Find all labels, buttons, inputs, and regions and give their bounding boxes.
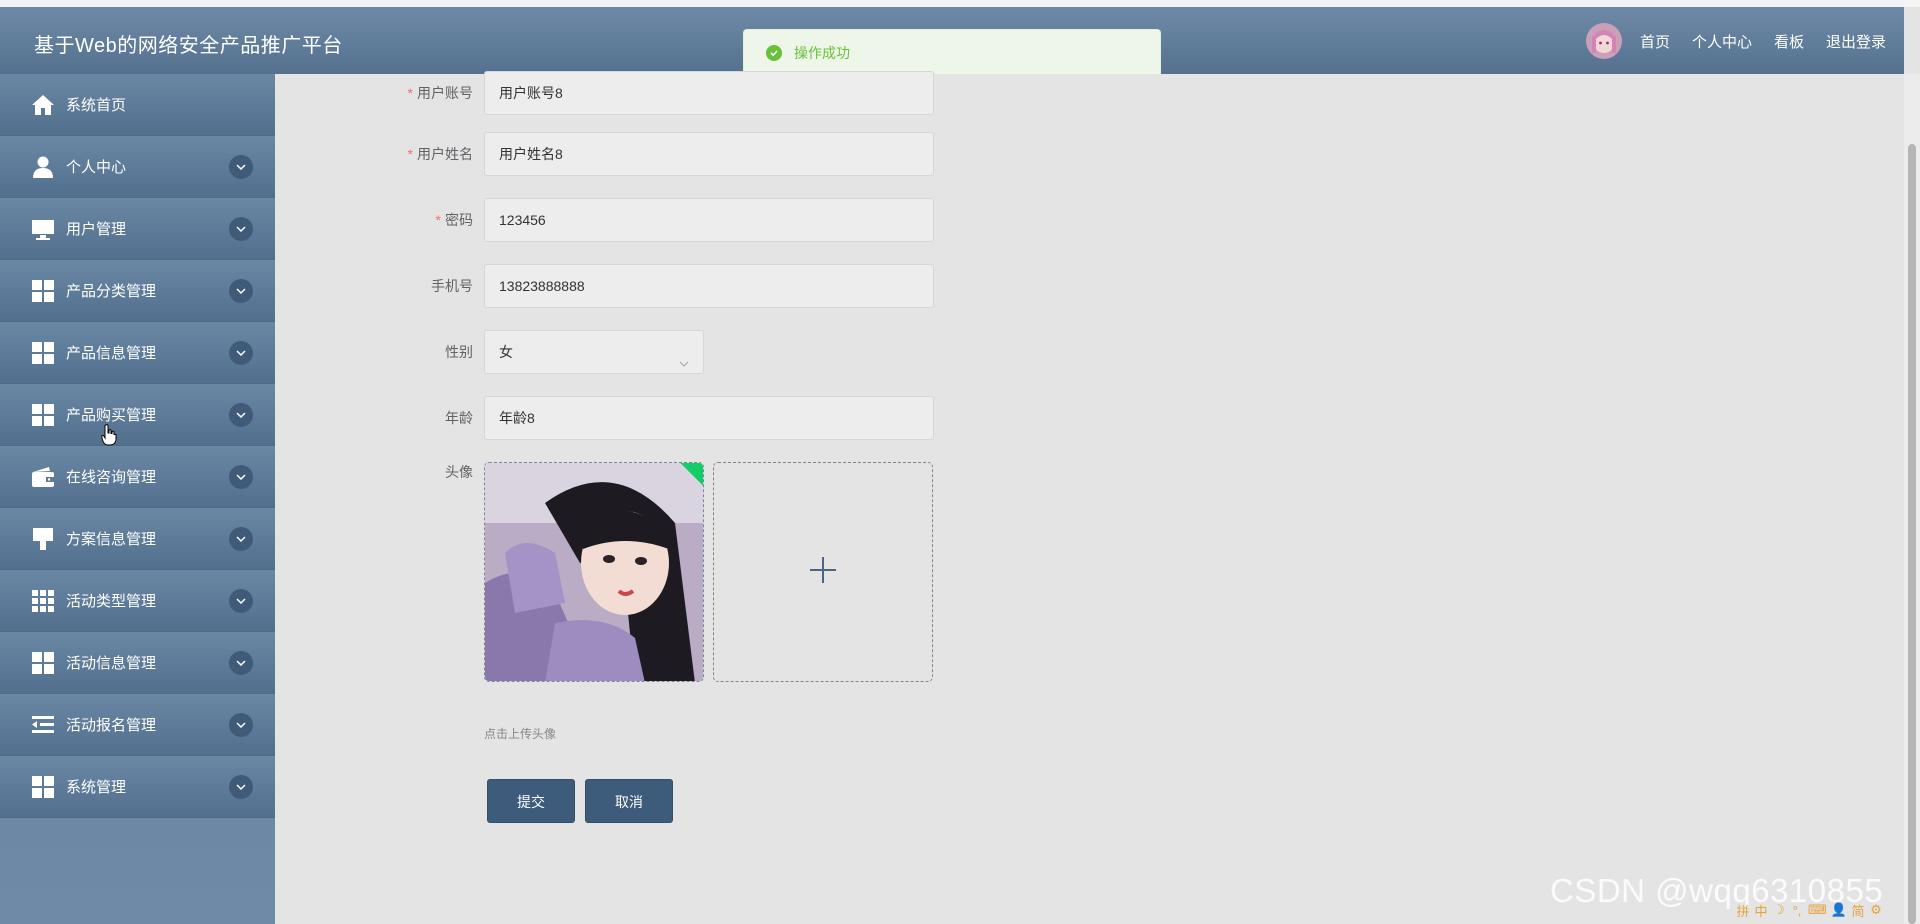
sidebar-item-label: 活动类型管理 [66,593,157,610]
chevron-down-icon[interactable] [229,713,253,737]
account-label: 用户账号 [417,85,473,101]
sidebar-item-label: 产品分类管理 [66,283,157,300]
chevron-down-icon[interactable] [229,527,253,551]
grid-icon [30,340,56,366]
grid-icon [30,774,56,800]
sidebar-item-label: 个人中心 [66,159,127,176]
grid-icon [30,278,56,304]
password-input[interactable]: 123456 [484,198,934,242]
toast-message: 操作成功 [794,45,850,61]
user-avatar[interactable] [1585,23,1622,59]
sidebar: 系统首页 个人中心 用户管理 产品分类管理 产品信息管理 产品购买管理 在线咨询… [0,74,275,924]
phone-label: 手机号 [431,278,473,294]
page-scrollbar[interactable] [1904,74,1920,924]
name-label: 用户姓名 [417,146,473,162]
sidebar-item-label: 系统首页 [66,97,127,114]
avatar-label: 头像 [445,464,473,480]
chevron-down-icon[interactable] [229,465,253,489]
avatar-upload-button[interactable] [713,462,933,682]
wallet-icon [30,464,56,490]
grid-icon [30,402,56,428]
grid-nine-icon [30,588,56,614]
home-icon [30,92,56,118]
password-label: 密码 [445,212,473,228]
nav-home-link[interactable]: 首页 [1640,31,1670,52]
chevron-down-icon [677,345,691,367]
ime-moon-icon[interactable]: ☽ [1772,902,1786,918]
list-indent-icon [30,712,56,738]
chevron-down-icon[interactable] [229,155,253,179]
header-nav: 首页 个人中心 看板 退出登录 [1585,21,1886,61]
sidebar-item-product-category[interactable]: 产品分类管理 [0,260,275,322]
sidebar-item-label: 系统管理 [66,779,127,796]
grid-icon [30,650,56,676]
sidebar-item-product-info[interactable]: 产品信息管理 [0,322,275,384]
ime-pinyin-icon[interactable]: 拼 [1736,901,1750,920]
sidebar-item-label: 活动报名管理 [66,717,157,734]
form-row-age: 年龄 年龄8 [275,396,975,440]
ime-chinese-icon[interactable]: 中 [1754,901,1768,920]
sidebar-item-label: 活动信息管理 [66,655,157,672]
sidebar-item-home[interactable]: 系统首页 [0,74,275,136]
ime-toolbar: 拼 中 ☽ °, ⌨ 👤 简 ⚙ [1736,900,1883,920]
ime-punctuation-icon[interactable]: °, [1790,903,1804,918]
submit-button[interactable]: 提交 [487,779,575,823]
success-check-icon [766,45,782,61]
ime-keyboard-icon[interactable]: ⌨ [1808,902,1827,918]
sidebar-item-label: 产品购买管理 [66,407,157,424]
sidebar-item-activity-type[interactable]: 活动类型管理 [0,570,275,632]
form-row-name: * 用户姓名 用户姓名8 [275,132,975,176]
ime-simplified-icon[interactable]: 简 [1851,901,1865,920]
user-icon [30,154,56,180]
form-row-account: * 用户账号 用户账号8 [275,71,975,115]
age-label: 年龄 [445,410,473,426]
brush-icon [30,526,56,552]
sidebar-item-users[interactable]: 用户管理 [0,198,275,260]
sidebar-item-plan-info[interactable]: 方案信息管理 [0,508,275,570]
chevron-down-icon[interactable] [229,651,253,675]
chevron-down-icon[interactable] [229,589,253,613]
name-input[interactable]: 用户姓名8 [484,132,934,176]
phone-input[interactable]: 13823888888 [484,264,934,308]
plus-icon [808,555,838,590]
age-input[interactable]: 年龄8 [484,396,934,440]
form-row-phone: 手机号 13823888888 [275,264,975,308]
form-row-gender: 性别 女 [275,330,975,374]
uploaded-avatar-image[interactable] [484,462,704,682]
hand-cursor-icon [101,424,117,446]
form-row-password: * 密码 123456 [275,198,975,242]
nav-profile-link[interactable]: 个人中心 [1692,31,1752,52]
nav-dashboard-link[interactable]: 看板 [1774,31,1804,52]
sidebar-item-label: 方案信息管理 [66,531,157,548]
account-input[interactable]: 用户账号8 [484,71,934,115]
nav-logout-link[interactable]: 退出登录 [1826,31,1886,52]
gender-select[interactable]: 女 [484,330,704,374]
chevron-down-icon[interactable] [229,403,253,427]
success-toast: 操作成功 [743,29,1161,77]
main-content: * 用户账号 用户账号8 * 用户姓名 用户姓名8 * 密码 123456 手机号 1… [275,71,1904,924]
gender-selected-value: 女 [499,344,513,360]
ime-user-icon[interactable]: 👤 [1831,902,1847,918]
chevron-down-icon[interactable] [229,775,253,799]
top-strip [0,0,1920,7]
sidebar-item-label: 用户管理 [66,221,127,238]
sidebar-item-consultation[interactable]: 在线咨询管理 [0,446,275,508]
sidebar-item-profile[interactable]: 个人中心 [0,136,275,198]
app-title: 基于Web的网络安全产品推广平台 [34,35,343,57]
sidebar-item-system[interactable]: 系统管理 [0,756,275,818]
sidebar-item-label: 在线咨询管理 [66,469,157,486]
chevron-down-icon[interactable] [229,217,253,241]
chevron-down-icon[interactable] [229,279,253,303]
gender-label: 性别 [445,344,473,360]
sidebar-item-product-purchase[interactable]: 产品购买管理 [0,384,275,446]
ime-settings-icon[interactable]: ⚙ [1869,902,1883,918]
upload-hint: 点击上传头像 [484,727,557,741]
sidebar-item-activity-signup[interactable]: 活动报名管理 [0,694,275,756]
cancel-button[interactable]: 取消 [585,779,673,823]
sidebar-item-activity-info[interactable]: 活动信息管理 [0,632,275,694]
sidebar-item-label: 产品信息管理 [66,345,157,362]
scrollbar-thumb[interactable] [1908,144,1916,924]
monitor-icon [30,216,56,242]
chevron-down-icon[interactable] [229,341,253,365]
